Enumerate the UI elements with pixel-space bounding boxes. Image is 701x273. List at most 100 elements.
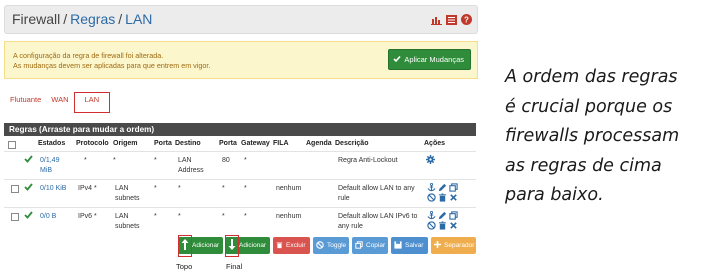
anchor-icon[interactable]	[427, 183, 436, 192]
apply-changes-label: Aplicar Mudanças	[404, 55, 464, 64]
tab-floating[interactable]: Flutuante	[5, 95, 46, 113]
copy-icon	[355, 240, 363, 251]
row-description: Default allow LAN IPv6 to any rule	[338, 213, 418, 230]
row-source: *	[113, 157, 116, 164]
breadcrumb-separator: /	[63, 11, 68, 27]
row-gateway: *	[244, 213, 247, 220]
row-source: LAN subnets	[115, 185, 140, 202]
anchor-icon[interactable]	[427, 211, 436, 220]
breadcrumb-separator: /	[118, 11, 123, 27]
alert-line-1: A configuração da regra de firewall foi …	[13, 51, 164, 60]
trash-icon	[276, 241, 283, 251]
gear-icon[interactable]	[426, 155, 435, 168]
save-label: Salvar	[405, 242, 424, 249]
col-actions: Ações	[424, 140, 446, 147]
breadcrumb-firewall[interactable]: Firewall	[12, 11, 60, 27]
note-line-2: é crucial porque os	[505, 96, 673, 117]
delete-x-icon[interactable]	[449, 193, 458, 202]
alert-message: A configuração da regra de firewall foi …	[13, 51, 210, 71]
caption-bottom: Final	[226, 262, 243, 271]
add-bottom-label: Adicionar	[239, 242, 267, 249]
list-icon[interactable]	[446, 14, 457, 25]
copy-icon[interactable]	[449, 211, 458, 220]
note-line-4: as regras de cima	[505, 155, 662, 176]
row-gateway: *	[244, 157, 247, 164]
header-icons: ?	[431, 14, 472, 25]
breadcrumb-rules[interactable]: Regras	[70, 11, 115, 27]
row-protocol: IPv4 *	[78, 185, 97, 192]
breadcrumb: Firewall / Regras / LAN	[12, 11, 152, 27]
svg-text:?: ?	[464, 16, 469, 25]
table-row[interactable]: 0/1,49 MiB * * * LAN Address 80 * Regra …	[4, 151, 476, 179]
row-gateway: *	[244, 185, 247, 192]
row-queue: nenhum	[276, 185, 302, 192]
row-source-port: *	[154, 213, 157, 220]
col-schedule: Agenda	[306, 140, 332, 147]
help-icon[interactable]: ?	[461, 14, 472, 25]
changes-alert: A configuração da regra de firewall foi …	[4, 41, 478, 79]
trash-icon[interactable]	[438, 221, 447, 230]
chart-icon[interactable]	[431, 14, 442, 25]
row-states[interactable]: 0/1,49 MiB	[40, 156, 72, 175]
disable-icon[interactable]	[427, 193, 436, 202]
row-protocol: IPv6 *	[78, 213, 97, 220]
pass-check-icon	[24, 211, 33, 223]
row-description: Default allow LAN to any rule	[338, 185, 415, 202]
note-line-3: firewalls processam	[505, 126, 680, 146]
pass-check-icon	[24, 155, 33, 167]
save-button[interactable]: Salvar	[391, 237, 428, 254]
copy-icon[interactable]	[449, 183, 458, 192]
caption-top: Topo	[176, 262, 193, 271]
col-protocol: Protocolo	[76, 140, 109, 147]
col-destination-port: Porta	[219, 140, 237, 147]
delete-label: Excluir	[286, 242, 306, 249]
alert-line-2: As mudanças devem ser aplicadas para que…	[13, 61, 211, 70]
trash-icon[interactable]	[438, 193, 447, 202]
explanation-note: A ordem das regras é crucial porque os f…	[505, 63, 701, 211]
row-states[interactable]: 0/10 KiB	[40, 184, 66, 194]
highlight-add-bottom	[225, 235, 239, 257]
delete-x-icon[interactable]	[449, 221, 458, 230]
row-destination-port: *	[222, 213, 225, 220]
row-states[interactable]: 0/0 B	[40, 212, 56, 222]
toggle-label: Toggle	[327, 242, 347, 249]
tab-lan[interactable]: LAN	[73, 92, 111, 113]
row-actions	[427, 183, 467, 202]
select-all-checkbox[interactable]	[8, 141, 16, 149]
col-queue: FILA	[273, 140, 289, 147]
rules-table-title: Regras (Arraste para mudar a ordem)	[4, 123, 476, 136]
pencil-icon[interactable]	[438, 183, 447, 192]
col-source-port: Porta	[154, 140, 172, 147]
plus-icon	[434, 241, 441, 250]
ban-icon	[316, 240, 324, 251]
row-source-port: *	[154, 185, 157, 192]
pass-check-icon	[24, 183, 33, 195]
table-row[interactable]: 0/10 KiB IPv4 * LAN subnets * * * * nenh…	[4, 179, 476, 207]
row-checkbox[interactable]	[11, 213, 19, 221]
toggle-button[interactable]: Toggle	[313, 237, 349, 254]
row-destination: LAN Address	[178, 157, 204, 174]
row-description: Regra Anti-Lockout	[338, 157, 398, 164]
row-destination-port: *	[222, 185, 225, 192]
highlight-add-top	[178, 235, 192, 257]
apply-changes-button[interactable]: Aplicar Mudanças	[388, 49, 471, 70]
rules-table-header: Estados Protocolo Origem Porta Destino P…	[4, 137, 476, 151]
disable-icon[interactable]	[427, 221, 436, 230]
row-protocol: *	[84, 157, 87, 164]
pencil-icon[interactable]	[438, 211, 447, 220]
row-queue: nenhum	[276, 213, 302, 220]
copy-button[interactable]: Copiar	[352, 237, 388, 254]
delete-button[interactable]: Excluir	[273, 237, 310, 254]
row-actions	[427, 211, 467, 230]
col-gateway: Gateway	[241, 140, 270, 147]
note-line-5: para baixo.	[505, 185, 604, 205]
col-destination: Destino	[175, 140, 201, 147]
row-source: LAN subnets	[115, 213, 140, 230]
row-destination-port: 80	[222, 157, 230, 164]
breadcrumb-lan[interactable]: LAN	[125, 11, 152, 27]
separator-button[interactable]: Separador	[431, 237, 476, 254]
tab-wan[interactable]: WAN	[46, 95, 73, 113]
row-checkbox[interactable]	[11, 185, 19, 193]
table-row[interactable]: 0/0 B IPv6 * LAN subnets * * * * nenhum …	[4, 207, 476, 235]
page-header: Firewall / Regras / LAN ?	[4, 5, 478, 34]
